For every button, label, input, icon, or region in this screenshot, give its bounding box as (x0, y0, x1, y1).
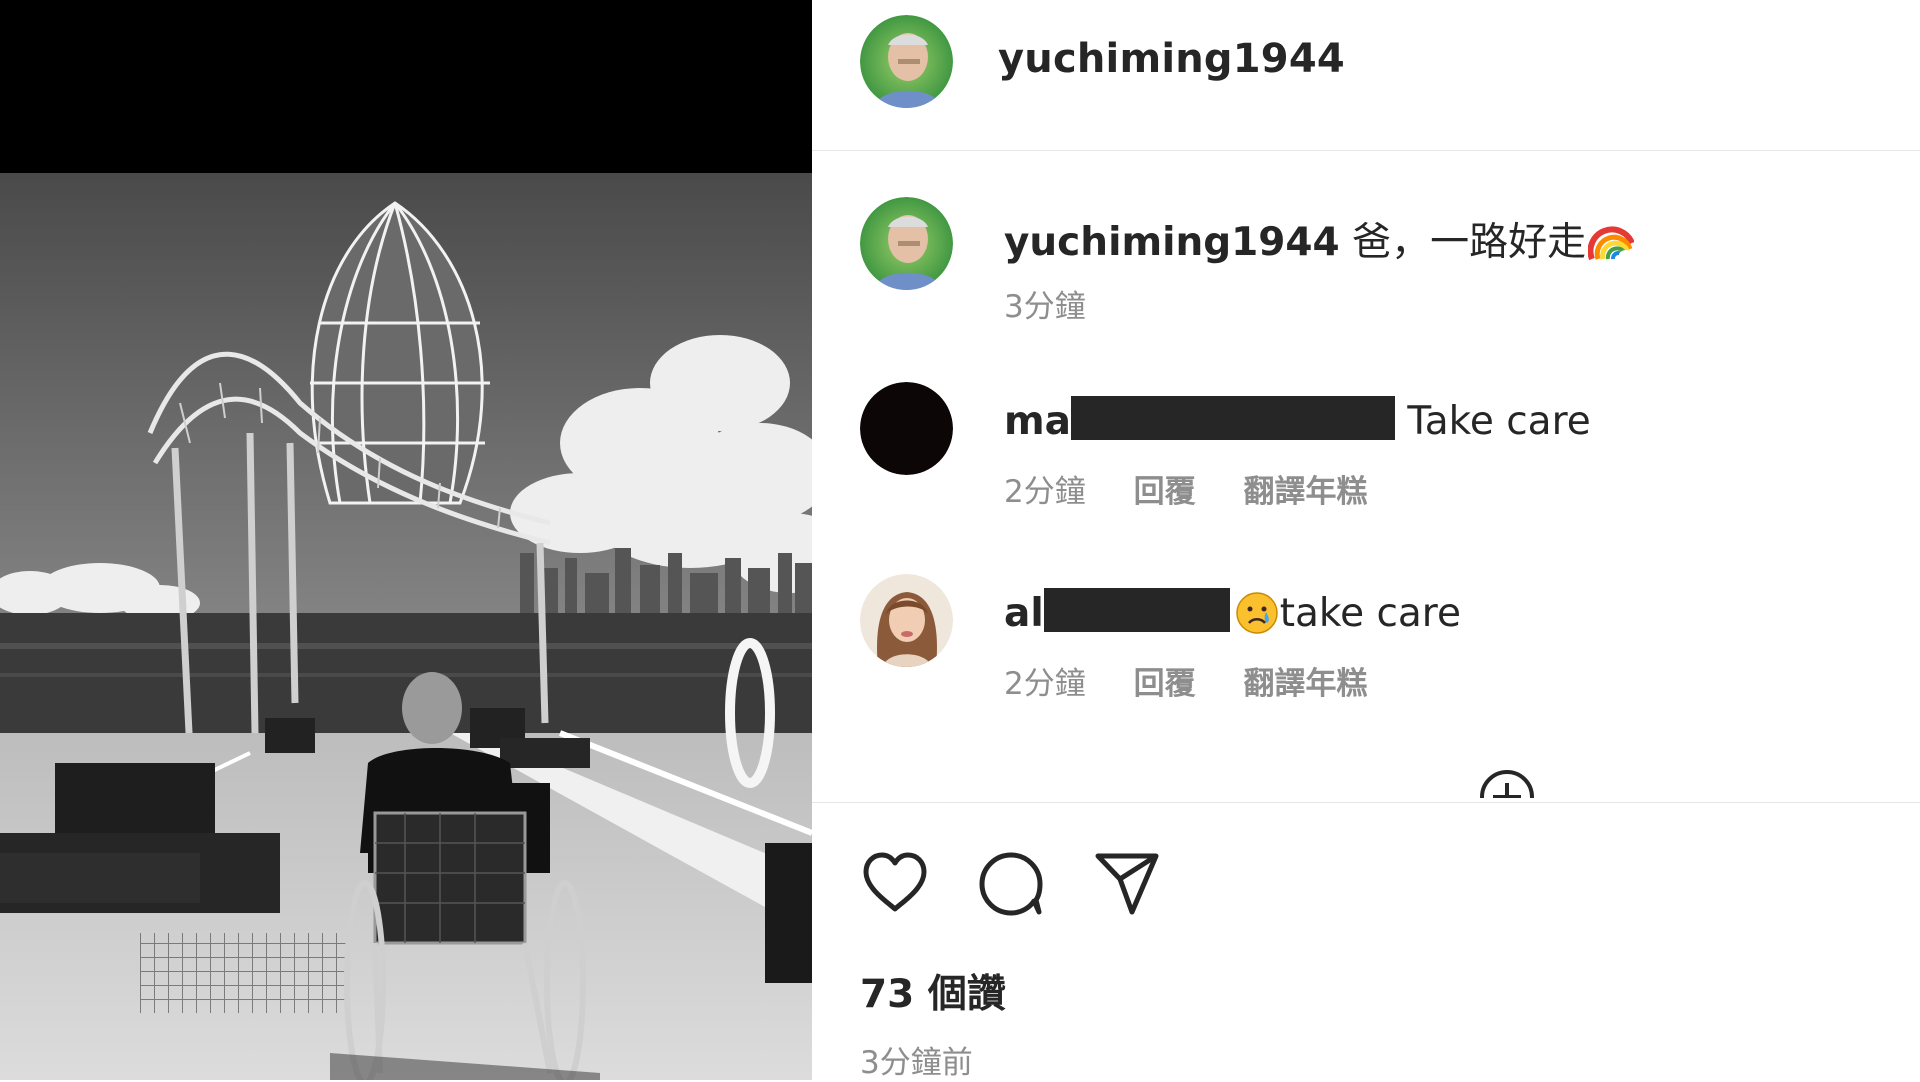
comment-time: 2分鐘 (1004, 666, 1086, 702)
post-header: yuchiming1944 (812, 0, 1920, 151)
heart-icon[interactable] (860, 849, 930, 919)
reply-button[interactable]: 回覆 (1134, 666, 1196, 702)
comment-meta: 2分鐘 回覆 翻譯年糕 (1004, 466, 1405, 511)
translate-button[interactable]: 翻譯年糕 (1243, 666, 1367, 702)
share-paper-plane-icon[interactable] (1092, 849, 1162, 919)
post-timestamp: 3分鐘前 (860, 1045, 973, 1081)
rainbow-emoji-icon (1587, 219, 1635, 261)
comment-item: ma Take care 2分鐘 回覆 翻譯年糕 (812, 382, 1920, 542)
comment-time: 2分鐘 (1004, 474, 1086, 510)
comment-text: take care (1279, 591, 1461, 636)
commenter-avatar[interactable] (860, 574, 953, 667)
caption-comment: yuchiming1944 爸，一路好走 3分鐘 (812, 197, 1920, 357)
post-photo-graphic (0, 173, 812, 1080)
caption-time: 3分鐘 (1004, 289, 1086, 325)
commenter-username[interactable]: al (1004, 591, 1044, 636)
redaction-bar (1043, 588, 1230, 632)
post-media-panel (0, 0, 812, 1080)
reply-button[interactable]: 回覆 (1134, 474, 1196, 510)
instagram-post-view: yuchiming1944 yuchiming1944 爸，一路好走 3分鐘 m… (0, 0, 1920, 1081)
caption-text: 爸，一路好走 (1352, 220, 1587, 265)
redaction-bar (1070, 396, 1395, 440)
likes-count[interactable]: 73 個讚 (860, 963, 1006, 1019)
caption-username[interactable]: yuchiming1944 (1004, 220, 1340, 265)
post-actions: 73 個讚 3分鐘前 (812, 802, 1920, 1081)
caption-meta: 3分鐘 (1004, 281, 1124, 326)
comment-line: al take care (1004, 588, 1461, 636)
comment-list: yuchiming1944 爸，一路好走 3分鐘 ma Take care 2分… (812, 152, 1920, 800)
commenter-avatar[interactable] (860, 382, 953, 475)
comment-meta: 2分鐘 回覆 翻譯年糕 (1004, 658, 1405, 703)
caption-line: yuchiming1944 爸，一路好走 (1004, 211, 1635, 267)
load-more-comments-icon[interactable] (1478, 768, 1536, 798)
comment-line: ma Take care (1004, 396, 1591, 444)
comment-bubble-icon[interactable] (976, 849, 1046, 919)
author-avatar[interactable] (860, 15, 953, 108)
comment-item: al take care 2分鐘 回覆 翻譯年糕 (812, 574, 1920, 734)
header-username[interactable]: yuchiming1944 (998, 36, 1345, 82)
translate-button[interactable]: 翻譯年糕 (1243, 474, 1367, 510)
crying-face-emoji-icon (1235, 592, 1278, 634)
commenter-username[interactable]: ma (1004, 399, 1071, 444)
comment-text: Take care (1407, 399, 1591, 444)
caption-author-avatar[interactable] (860, 197, 953, 290)
post-photo[interactable] (0, 173, 812, 1080)
